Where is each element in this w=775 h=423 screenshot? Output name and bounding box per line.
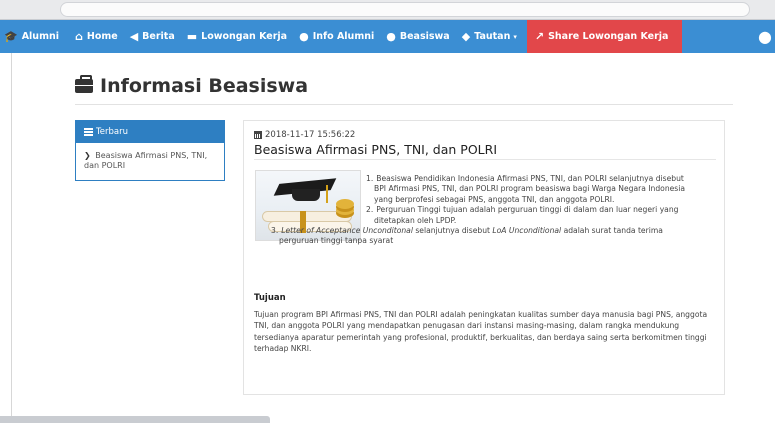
briefcase-icon: ▬ [186,30,198,43]
nav-info-alumni[interactable]: ● Info Alumni [293,20,380,53]
article-card: 2018-11-17 15:56:22 Beasiswa Afirmasi PN… [243,120,725,395]
list-item-continuation: BPI Afirmasi PNS, TNI, dan POLRI program… [374,184,686,194]
nav-home[interactable]: ⌂ Home [69,20,124,53]
nav-info-alumni-label: Info Alumni [312,31,375,42]
section-heading: Tujuan [254,293,286,303]
list-item: 3. Letter of Acceptance Unconditonal sel… [271,226,663,236]
nav-lowongan-kerja[interactable]: ▬ Lowongan Kerja [181,20,293,53]
nav-beasiswa[interactable]: ● Beasiswa [380,20,455,53]
user-icon: ● [386,30,396,43]
nav-beasiswa-label: Beasiswa [399,31,450,42]
post-date-text: 2018-11-17 15:56:22 [265,130,356,140]
article-divider [254,159,716,160]
latest-posts-heading-text: Terbaru [96,127,128,137]
briefcase-icon [75,75,93,93]
latest-posts-panel: Terbaru ❯ Beasiswa Afirmasi PNS, TNI, da… [75,120,225,181]
list-item-continuation: ditetapkan oleh LPDP. [374,215,457,225]
graduation-cap-icon: 🎓 [4,30,18,43]
top-navbar: 🎓 Alumni ⌂ Home ◀ Berita ▬ Lowongan Kerj… [0,20,775,53]
address-bar[interactable] [60,2,750,17]
browser-toolbar [0,0,775,20]
latest-post-link[interactable]: ❯ Beasiswa Afirmasi PNS, TNI, dan POLRI [76,143,224,171]
home-icon: ⌂ [75,30,83,43]
list-item: 1. Beasiswa Pendidikan Indonesia Afirmas… [366,174,684,183]
nav-tautan-dropdown[interactable]: ◆ Tautan ▾ [456,20,523,53]
share-lowongan-kerja-button[interactable]: ↗ Share Lowongan Kerja [526,20,683,53]
post-date: 2018-11-17 15:56:22 [254,130,355,140]
bullhorn-icon: ◀ [129,30,139,43]
latest-post-link-text: Beasiswa Afirmasi PNS, TNI, dan POLRI [84,151,208,170]
article-list: 1. Beasiswa Pendidikan Indonesia Afirmas… [254,174,716,247]
nav-brand-alumni[interactable]: 🎓 Alumni [0,20,69,53]
tag-icon: ◆ [461,30,471,43]
list-item-continuation: yang berprofesi sebagai PNS, anggota TNI… [374,194,615,204]
page-title-text: Informasi Beasiswa [100,75,309,97]
section-paragraph: Tujuan program BPI Afirmasi PNS, TNI dan… [254,310,708,354]
latest-posts-heading: Terbaru [76,121,224,143]
calendar-icon [254,131,262,139]
nav-berita-label: Berita [142,31,175,42]
nav-lowongan-label: Lowongan Kerja [201,31,288,42]
title-divider [75,104,733,105]
user-menu-icon[interactable]: ● [755,20,775,53]
page-title: Informasi Beasiswa [75,75,308,97]
caret-down-icon: ▾ [513,32,517,41]
list-item: 2. Perguruan Tinggi tujuan adalah pergur… [366,205,679,215]
status-bar [0,416,270,423]
nav-tautan-label: Tautan [474,31,511,42]
nav-berita[interactable]: ◀ Berita [124,20,181,53]
chevron-right-icon: ❯ [84,151,91,160]
user-icon: ● [299,30,309,43]
nav-brand-label: Alumni [21,31,59,42]
share-icon: ↗ [534,30,545,43]
list-icon [84,128,93,136]
list-item-continuation: perguruan tinggi tanpa syarat [279,236,394,246]
nav-home-label: Home [86,31,118,42]
article-title: Beasiswa Afirmasi PNS, TNI, dan POLRI [254,142,498,157]
share-button-label: Share Lowongan Kerja [548,31,669,42]
